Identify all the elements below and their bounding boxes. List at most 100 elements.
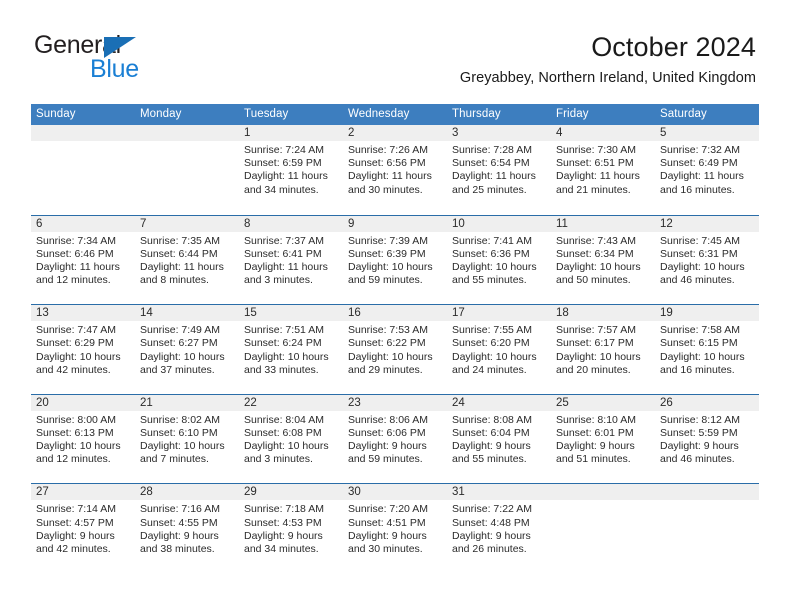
daylight-text-line1: Daylight: 9 hours bbox=[452, 529, 531, 542]
daylight-text-line1: Daylight: 11 hours bbox=[244, 170, 328, 183]
daylight-text-line2: and 16 minutes. bbox=[660, 183, 735, 196]
day-cell[interactable]: 17 Sunrise: 7:55 AM Sunset: 6:20 PM Dayligh… bbox=[447, 305, 551, 394]
day-cell[interactable]: 7 Sunrise: 7:35 AM Sunset: 6:44 PM Daylight… bbox=[135, 216, 239, 305]
day-cell[interactable]: 21 Sunrise: 8:02 AM Sunset: 6:10 PM Dayligh… bbox=[135, 395, 239, 484]
day-cell[interactable]: 24 Sunrise: 8:08 AM Sunset: 6:04 PM Dayligh… bbox=[447, 395, 551, 484]
sunrise-text: Sunrise: 7:51 AM bbox=[244, 324, 324, 337]
daylight-text-line1: Daylight: 11 hours bbox=[556, 170, 640, 183]
week-cells: 20 Sunrise: 8:00 AM Sunset: 6:13 PM Dayligh… bbox=[31, 395, 759, 484]
day-cell[interactable]: 31 Sunrise: 7:22 AM Sunset: 4:48 PM Dayligh… bbox=[447, 484, 551, 573]
daylight-text-line1: Daylight: 10 hours bbox=[348, 261, 433, 273]
calendar-week-row: 20 Sunrise: 8:00 AM Sunset: 6:13 PM Dayligh… bbox=[31, 393, 759, 484]
day-cell[interactable]: 18 Sunrise: 7:57 AM Sunset: 6:17 PM Dayligh… bbox=[551, 305, 655, 394]
sunset-text: Sunset: 6:01 PM bbox=[556, 426, 634, 439]
day-sun-info: Sunrise: 7:58 AM Sunset: 6:15 PM Daylight:… bbox=[660, 324, 759, 377]
day-number: 13 bbox=[36, 307, 49, 320]
day-sun-info: Sunrise: 8:08 AM Sunset: 6:04 PM Daylight:… bbox=[452, 414, 551, 467]
sunset-text: Sunset: 6:24 PM bbox=[244, 337, 322, 350]
daylight-text-line2: and 7 minutes. bbox=[140, 453, 209, 466]
day-cell[interactable]: 9 Sunrise: 7:39 AM Sunset: 6:39 PM Daylight… bbox=[343, 216, 447, 305]
day-cell[interactable]: 28 Sunrise: 7:16 AM Sunset: 4:55 PM Dayligh… bbox=[135, 484, 239, 573]
day-cell[interactable]: 30 Sunrise: 7:20 AM Sunset: 4:51 PM Dayligh… bbox=[343, 484, 447, 573]
day-sun-info: Sunrise: 7:47 AM Sunset: 6:29 PM Daylight:… bbox=[36, 324, 135, 377]
daylight-text-line2: and 30 minutes. bbox=[348, 542, 423, 555]
day-cell[interactable]: 12 Sunrise: 7:45 AM Sunset: 6:31 PM Dayligh… bbox=[655, 216, 759, 305]
sunrise-text: Sunrise: 7:34 AM bbox=[36, 234, 116, 247]
location-subtitle: Greyabbey, Northern Ireland, United King… bbox=[459, 70, 756, 87]
sunrise-text: Sunrise: 7:28 AM bbox=[452, 144, 532, 156]
sunrise-text: Sunrise: 7:26 AM bbox=[348, 144, 428, 156]
day-cell[interactable]: 11 Sunrise: 7:43 AM Sunset: 6:34 PM Dayligh… bbox=[551, 216, 655, 305]
day-number: 5 bbox=[660, 127, 667, 139]
day-number: 18 bbox=[556, 307, 569, 320]
day-sun-info: Sunrise: 7:20 AM Sunset: 4:51 PM Daylight:… bbox=[348, 503, 447, 556]
day-cell[interactable]: 22 Sunrise: 8:04 AM Sunset: 6:08 PM Dayligh… bbox=[239, 395, 343, 484]
calendar-table: Sunday Monday Tuesday Wednesday Thursday… bbox=[31, 104, 759, 573]
weekday-header-friday: Friday bbox=[556, 108, 589, 120]
day-cell[interactable]: 29 Sunrise: 7:18 AM Sunset: 4:53 PM Dayligh… bbox=[239, 484, 343, 573]
day-sun-info: Sunrise: 7:22 AM Sunset: 4:48 PM Daylight:… bbox=[452, 503, 551, 556]
sunrise-text: Sunrise: 8:10 AM bbox=[556, 413, 636, 426]
sunrise-text: Sunrise: 8:02 AM bbox=[140, 413, 220, 426]
day-number: 1 bbox=[244, 127, 251, 139]
day-cell[interactable]: 20 Sunrise: 8:00 AM Sunset: 6:13 PM Dayligh… bbox=[31, 395, 135, 484]
sunrise-text: Sunrise: 7:24 AM bbox=[244, 144, 324, 156]
day-sun-info: Sunrise: 7:30 AM Sunset: 6:51 PM Daylight:… bbox=[556, 144, 655, 197]
sunset-text: Sunset: 5:59 PM bbox=[660, 426, 738, 439]
day-cell[interactable]: 26 Sunrise: 8:12 AM Sunset: 5:59 PM Dayligh… bbox=[655, 395, 759, 484]
day-number: 8 bbox=[244, 217, 251, 230]
calendar-week-row: 1 Sunrise: 7:24 AM Sunset: 6:59 PM Daylight… bbox=[31, 125, 759, 215]
day-cell-empty bbox=[31, 125, 135, 215]
day-cell[interactable]: 10 Sunrise: 7:41 AM Sunset: 6:36 PM Dayligh… bbox=[447, 216, 551, 305]
day-cell[interactable]: 3 Sunrise: 7:28 AM Sunset: 6:54 PM Daylight… bbox=[447, 125, 551, 215]
day-number: 10 bbox=[452, 217, 465, 230]
day-cell[interactable]: 25 Sunrise: 8:10 AM Sunset: 6:01 PM Dayligh… bbox=[551, 395, 655, 484]
day-cell[interactable]: 27 Sunrise: 7:14 AM Sunset: 4:57 PM Dayligh… bbox=[31, 484, 135, 573]
day-cell[interactable]: 4 Sunrise: 7:30 AM Sunset: 6:51 PM Daylight… bbox=[551, 125, 655, 215]
day-sun-info: Sunrise: 7:34 AM Sunset: 6:46 PM Daylight:… bbox=[36, 235, 135, 288]
day-cell[interactable]: 16 Sunrise: 7:53 AM Sunset: 6:22 PM Dayligh… bbox=[343, 305, 447, 394]
sunset-text: Sunset: 4:48 PM bbox=[452, 516, 530, 529]
day-cell[interactable]: 23 Sunrise: 8:06 AM Sunset: 6:06 PM Dayligh… bbox=[343, 395, 447, 484]
sunrise-text: Sunrise: 7:43 AM bbox=[556, 234, 636, 247]
day-cell[interactable]: 2 Sunrise: 7:26 AM Sunset: 6:56 PM Daylight… bbox=[343, 125, 447, 215]
day-number: 12 bbox=[660, 217, 673, 230]
daylight-text-line1: Daylight: 10 hours bbox=[660, 350, 745, 363]
sunset-text: Sunset: 6:20 PM bbox=[452, 337, 530, 350]
day-sun-info: Sunrise: 7:49 AM Sunset: 6:27 PM Daylight:… bbox=[140, 324, 239, 377]
day-sun-info: Sunrise: 7:51 AM Sunset: 6:24 PM Daylight:… bbox=[244, 324, 343, 377]
day-cell[interactable]: 19 Sunrise: 7:58 AM Sunset: 6:15 PM Dayligh… bbox=[655, 305, 759, 394]
day-number: 7 bbox=[140, 217, 147, 230]
sunset-text: Sunset: 6:13 PM bbox=[36, 426, 114, 439]
daylight-text-line2: and 26 minutes. bbox=[452, 542, 527, 555]
day-sun-info: Sunrise: 7:26 AM Sunset: 6:56 PM Daylight:… bbox=[348, 144, 447, 197]
sunset-text: Sunset: 4:51 PM bbox=[348, 516, 426, 529]
daylight-text-line2: and 3 minutes. bbox=[244, 274, 313, 287]
day-sun-info: Sunrise: 7:32 AM Sunset: 6:49 PM Daylight:… bbox=[660, 144, 759, 197]
day-number: 29 bbox=[244, 486, 257, 499]
day-cell[interactable]: 14 Sunrise: 7:49 AM Sunset: 6:27 PM Dayligh… bbox=[135, 305, 239, 394]
day-cell[interactable]: 13 Sunrise: 7:47 AM Sunset: 6:29 PM Dayligh… bbox=[31, 305, 135, 394]
calendar-week-row: 13 Sunrise: 7:47 AM Sunset: 6:29 PM Dayligh… bbox=[31, 304, 759, 394]
day-cell[interactable]: 5 Sunrise: 7:32 AM Sunset: 6:49 PM Daylight… bbox=[655, 125, 759, 215]
daylight-text-line2: and 50 minutes. bbox=[556, 274, 631, 287]
weekday-header-sunday: Sunday bbox=[36, 108, 76, 120]
day-sun-info: Sunrise: 7:24 AM Sunset: 6:59 PM Daylight:… bbox=[244, 144, 343, 197]
day-sun-info: Sunrise: 7:14 AM Sunset: 4:57 PM Daylight:… bbox=[36, 503, 135, 556]
day-cell[interactable]: 8 Sunrise: 7:37 AM Sunset: 6:41 PM Daylight… bbox=[239, 216, 343, 305]
day-number: 23 bbox=[348, 396, 361, 409]
sunset-text: Sunset: 6:54 PM bbox=[452, 157, 530, 170]
daylight-text-line2: and 46 minutes. bbox=[660, 453, 735, 466]
day-cell[interactable]: 1 Sunrise: 7:24 AM Sunset: 6:59 PM Daylight… bbox=[239, 125, 343, 215]
day-sun-info: Sunrise: 7:35 AM Sunset: 6:44 PM Daylight:… bbox=[140, 235, 239, 288]
daylight-text-line2: and 24 minutes. bbox=[452, 363, 527, 376]
sunrise-text: Sunrise: 7:57 AM bbox=[556, 324, 636, 337]
calendar-weeks: 1 Sunrise: 7:24 AM Sunset: 6:59 PM Daylight… bbox=[31, 125, 759, 573]
sunset-text: Sunset: 6:34 PM bbox=[556, 247, 634, 260]
day-cell[interactable]: 6 Sunrise: 7:34 AM Sunset: 6:46 PM Daylight… bbox=[31, 216, 135, 305]
day-cell[interactable]: 15 Sunrise: 7:51 AM Sunset: 6:24 PM Dayligh… bbox=[239, 305, 343, 394]
day-number: 2 bbox=[348, 127, 355, 139]
daylight-text-line1: Daylight: 10 hours bbox=[556, 261, 641, 273]
week-cells: 27 Sunrise: 7:14 AM Sunset: 4:57 PM Dayligh… bbox=[31, 484, 759, 573]
sunset-text: Sunset: 6:51 PM bbox=[556, 157, 634, 170]
